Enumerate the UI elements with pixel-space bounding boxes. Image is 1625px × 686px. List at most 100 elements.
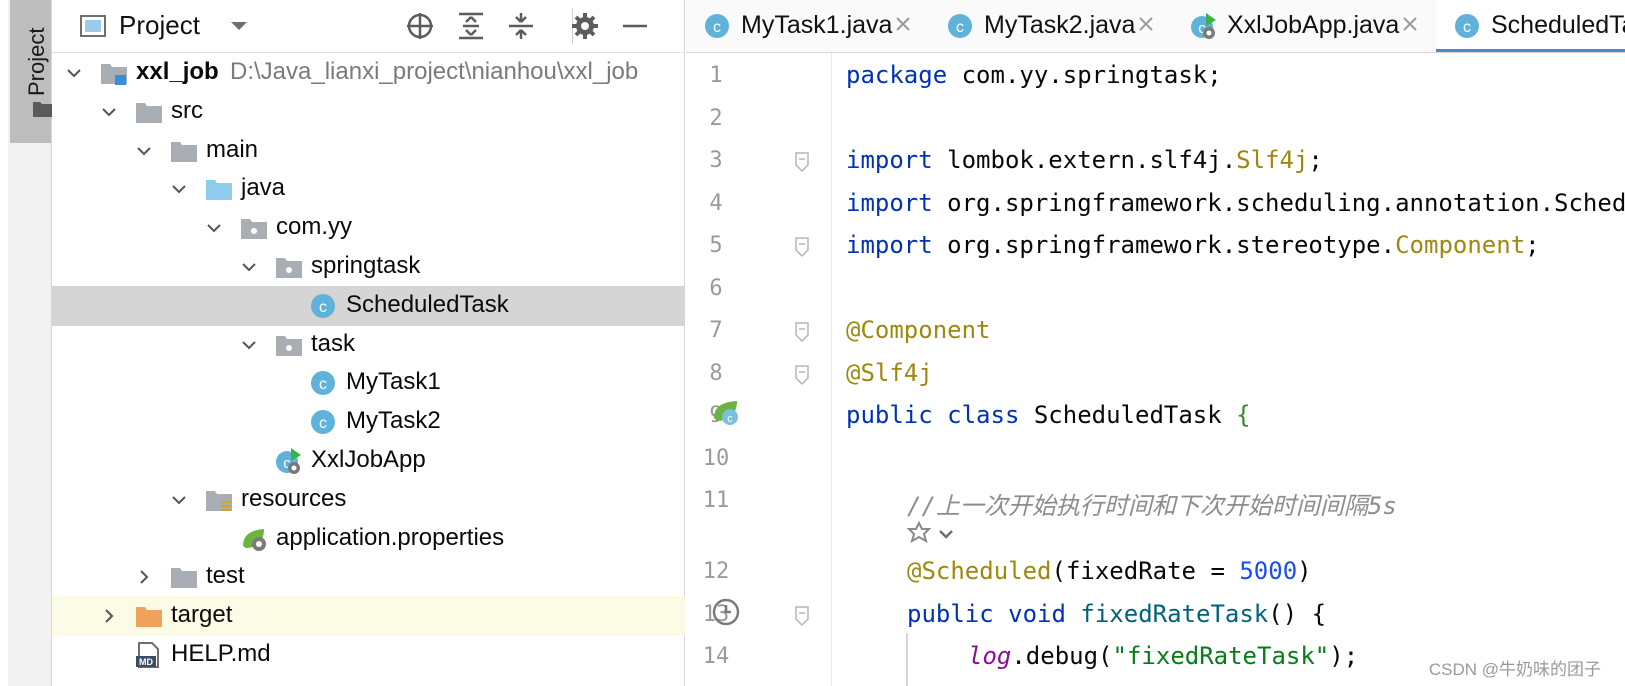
tree-item-label: target bbox=[171, 601, 233, 628]
code-token: "fixedRateTask" bbox=[1112, 642, 1330, 670]
close-icon[interactable] bbox=[1402, 16, 1418, 32]
tree-item[interactable]: MD HELP.md bbox=[52, 635, 685, 675]
chevron-down-icon[interactable] bbox=[136, 143, 152, 159]
tree-item[interactable]: src bbox=[52, 92, 685, 132]
editor-tab[interactable]: c MyTask2.java bbox=[929, 0, 1172, 52]
code-line[interactable]: //上一次开始执行时间和下次开始时间间隔5s bbox=[907, 486, 1397, 521]
chevron-right-icon[interactable] bbox=[101, 608, 117, 624]
code-token: @Scheduled bbox=[907, 557, 1052, 585]
tree-item-label: HELP.md bbox=[171, 640, 271, 667]
chevron-down-icon[interactable] bbox=[241, 337, 257, 353]
code-token: ; bbox=[1525, 231, 1540, 259]
tree-item[interactable]: java bbox=[52, 169, 685, 209]
chevron-down-icon[interactable] bbox=[101, 104, 117, 120]
close-icon[interactable] bbox=[1138, 16, 1154, 32]
code-line[interactable]: @Slf4j bbox=[846, 359, 933, 387]
code-line[interactable]: package com.yy.springtask; bbox=[846, 61, 1222, 89]
tree-item[interactable]: test bbox=[52, 557, 685, 597]
tree-item-label: application.properties bbox=[276, 524, 505, 551]
code-token: fixedRateTask bbox=[1080, 600, 1269, 628]
tree-item[interactable]: resources bbox=[52, 480, 685, 520]
chevron-down-icon[interactable] bbox=[206, 220, 222, 236]
minimize-icon[interactable] bbox=[619, 10, 651, 42]
tree-item[interactable]: c MyTask1 bbox=[52, 363, 685, 403]
code-area[interactable]: package com.yy.springtask; import lombok.… bbox=[686, 53, 1625, 686]
chevron-down-icon[interactable] bbox=[241, 259, 257, 275]
code-token: Slf4j bbox=[1236, 146, 1309, 174]
tree-item-label: XxlJobApp bbox=[311, 446, 426, 473]
tree-item-label: springtask bbox=[311, 252, 421, 279]
code-token: lombok.extern.slf4j. bbox=[947, 146, 1237, 174]
code-editor: c MyTask1.java c MyTask2.java c XxlJobApp.jav… bbox=[686, 0, 1625, 686]
editor-tab[interactable]: c ScheduledTask.java bbox=[1436, 0, 1625, 52]
project-view-title[interactable]: Project bbox=[119, 10, 200, 41]
tree-item[interactable]: com.yy bbox=[52, 208, 685, 248]
svg-text:c: c bbox=[1463, 19, 1471, 36]
collapse-all-icon[interactable] bbox=[505, 10, 537, 42]
code-token: ; bbox=[1308, 146, 1323, 174]
chevron-down-icon[interactable] bbox=[171, 181, 187, 197]
close-icon[interactable] bbox=[895, 16, 911, 32]
tree-item[interactable]: c XxlJobApp bbox=[52, 441, 685, 481]
tree-item[interactable]: task bbox=[52, 325, 685, 365]
editor-tab[interactable]: c MyTask1.java bbox=[686, 0, 929, 52]
tree-item-label: task bbox=[311, 330, 356, 357]
code-token: import bbox=[846, 231, 933, 259]
code-token: public bbox=[907, 600, 994, 628]
tree-item[interactable]: main bbox=[52, 131, 685, 171]
tree-item-label: MyTask1 bbox=[346, 368, 441, 395]
gear-icon[interactable] bbox=[569, 10, 601, 42]
resources-folder-icon bbox=[206, 491, 232, 511]
editor-tab-label: MyTask1.java bbox=[741, 11, 893, 39]
folder-icon bbox=[136, 103, 162, 123]
chevron-down-icon[interactable] bbox=[171, 492, 187, 508]
tree-item-label: com.yy bbox=[276, 213, 353, 240]
package-icon bbox=[276, 258, 302, 278]
project-panel: Project xxl_job D:\Java_lianxi_project\n… bbox=[52, 0, 685, 686]
code-line[interactable]: import org.springframework.scheduling.an… bbox=[846, 189, 1625, 217]
editor-tab-bar: c MyTask1.java c MyTask2.java c XxlJobApp.jav… bbox=[686, 0, 1625, 53]
project-view-icon bbox=[80, 15, 106, 37]
code-token: .debug( bbox=[1011, 642, 1113, 670]
code-line[interactable]: public class ScheduledTask { bbox=[846, 401, 1251, 429]
project-tool-window-tab[interactable]: Project bbox=[10, 0, 53, 143]
inlay-settings-icon[interactable] bbox=[906, 521, 966, 549]
expand-all-icon[interactable] bbox=[455, 10, 487, 42]
tree-item[interactable]: target bbox=[52, 596, 685, 636]
locate-target-icon[interactable] bbox=[404, 10, 436, 42]
project-panel-header: Project bbox=[52, 0, 685, 53]
svg-text:c: c bbox=[956, 19, 964, 36]
chevron-down-icon[interactable] bbox=[66, 65, 82, 81]
code-line[interactable]: import lombok.extern.slf4j.Slf4j; bbox=[846, 146, 1323, 174]
package-icon bbox=[241, 219, 267, 239]
code-line[interactable]: @Component bbox=[846, 316, 991, 344]
indent-guide bbox=[906, 633, 908, 686]
java-class-icon: c bbox=[311, 371, 335, 395]
svg-text:c: c bbox=[319, 415, 327, 432]
java-class-icon: c bbox=[311, 294, 335, 318]
editor-tab[interactable]: c XxlJobApp.java bbox=[1172, 0, 1436, 52]
project-path: D:\Java_lianxi_project\nianhou\xxl_job bbox=[230, 58, 639, 85]
tree-item-label: test bbox=[206, 562, 245, 589]
code-line[interactable]: public void fixedRateTask() { bbox=[907, 600, 1326, 628]
window-edge bbox=[0, 0, 8, 686]
code-token: class bbox=[947, 401, 1020, 429]
code-line[interactable]: import org.springframework.stereotype.Co… bbox=[846, 231, 1540, 259]
tree-item[interactable]: c MyTask2 bbox=[52, 402, 685, 442]
package-icon bbox=[276, 336, 302, 356]
code-token: package bbox=[846, 61, 948, 89]
code-token: org.springframework.scheduling.annotatio… bbox=[947, 189, 1625, 217]
tree-item-label: xxl_job bbox=[136, 58, 219, 85]
code-line[interactable]: @Scheduled(fixedRate = 5000) bbox=[907, 557, 1312, 585]
tree-item[interactable]: springtask bbox=[52, 247, 685, 287]
code-token: public bbox=[846, 401, 933, 429]
tree-item-label: src bbox=[171, 97, 203, 124]
svg-text:c: c bbox=[713, 19, 721, 36]
tree-item[interactable]: xxl_job D:\Java_lianxi_project\nianhou\xx… bbox=[52, 53, 685, 93]
code-line[interactable]: log.debug("fixedRateTask"); bbox=[968, 642, 1358, 670]
tree-item[interactable]: c ScheduledTask bbox=[52, 286, 685, 326]
chevron-right-icon[interactable] bbox=[136, 569, 152, 585]
chevron-down-icon[interactable] bbox=[228, 18, 250, 34]
java-class-icon: c bbox=[1455, 14, 1479, 38]
tree-item[interactable]: application.properties bbox=[52, 519, 685, 559]
